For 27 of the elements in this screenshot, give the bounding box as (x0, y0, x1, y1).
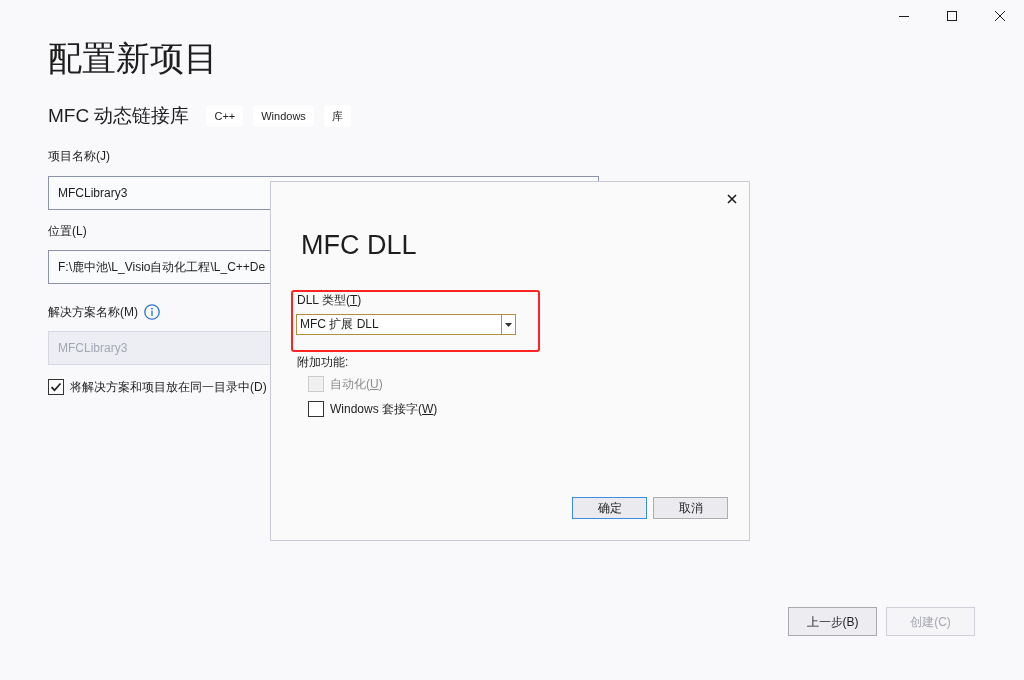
field-label: DLL 类型(T) (297, 293, 362, 307)
tag: Windows (253, 105, 314, 127)
dialog-title: MFC DLL (301, 229, 417, 261)
page-title: 配置新项目 (48, 38, 218, 79)
tag: C++ (206, 105, 244, 127)
checkbox-label[interactable]: Windows 套接字(W) (330, 401, 438, 417)
button[interactable]: 取消 (653, 497, 728, 519)
section-label: 附加功能: (297, 355, 349, 369)
close-icon[interactable] (995, 11, 1005, 21)
maximize-icon[interactable] (947, 11, 957, 21)
checkbox-label[interactable]: 将解决方案和项目放在同一目录中(D) (70, 379, 267, 395)
field-label: 解决方案名称(M) (48, 304, 138, 320)
caret-icon (505, 322, 512, 327)
button[interactable]: 上一步(B) (788, 607, 877, 636)
checkbox[interactable] (308, 401, 324, 417)
text-field[interactable]: F:\鹿中池\L_Visio自动化工程\L_C++De (48, 250, 271, 284)
checkbox[interactable] (48, 379, 64, 395)
minimize-icon[interactable] (899, 15, 909, 17)
tag: 库 (323, 105, 351, 127)
field-label: 位置(L) (48, 223, 87, 239)
dropdown[interactable]: MFC 扩展 DLL (296, 314, 516, 335)
template-name: MFC 动态链接库 (48, 105, 190, 127)
field-label: 项目名称(J) (48, 148, 110, 164)
close-icon[interactable] (727, 194, 737, 204)
checkbox-label: 自动化(U) (330, 376, 383, 392)
button[interactable]: 确定 (572, 497, 647, 519)
info-icon[interactable] (144, 304, 160, 320)
